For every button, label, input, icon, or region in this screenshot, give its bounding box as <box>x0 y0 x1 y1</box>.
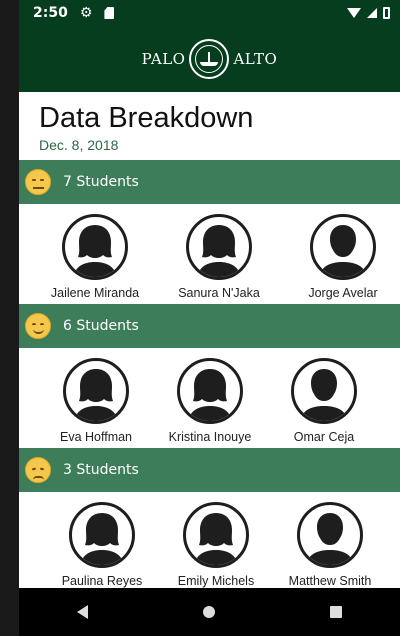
female-avatar-icon <box>177 358 243 424</box>
student-card[interactable]: Jailene Miranda <box>36 214 154 304</box>
female-avatar-icon <box>69 502 135 568</box>
relieved-face-icon <box>25 313 51 339</box>
female-avatar-icon <box>186 214 252 280</box>
app-bar: PALO ALTO <box>19 26 400 92</box>
signal-icon <box>367 8 377 18</box>
sd-card-icon <box>104 7 115 19</box>
section-header: 6 Students <box>19 304 400 348</box>
section-header: 7 Students <box>19 160 400 204</box>
student-name: Emily Michels <box>177 574 255 588</box>
logo-word-left: PALO <box>141 50 186 68</box>
scroll-content[interactable]: Data Breakdown Dec. 8, 2018 7 Students Ja… <box>19 92 400 588</box>
male-avatar-icon <box>291 358 357 424</box>
app-screen: 2:50 ⚙ PALO ALTO Data Breakdown Dec. 8, … <box>19 0 400 636</box>
student-row[interactable]: Jailene Miranda Sanura N'Jaka Jorge Avelar… <box>19 204 400 304</box>
student-name: Omar Ceja <box>293 430 355 444</box>
student-name: Jorge Avelar <box>308 286 378 300</box>
gear-icon: ⚙ <box>79 5 93 21</box>
neutral-face-icon <box>25 169 51 195</box>
female-avatar-icon <box>63 358 129 424</box>
section-count-label: 6 Students <box>63 318 139 334</box>
page-header: Data Breakdown Dec. 8, 2018 <box>19 92 400 160</box>
student-name: Sanura N'Jaka <box>178 286 260 300</box>
student-card[interactable]: Emily Michels <box>162 502 270 588</box>
logo-word-right: ALTO <box>233 50 278 68</box>
student-card[interactable]: Matthew Smith <box>276 502 384 588</box>
page-title: Data Breakdown <box>39 102 254 134</box>
back-icon[interactable] <box>76 605 88 619</box>
student-card[interactable]: Omar Ceja <box>270 358 378 448</box>
section-header: 3 Students <box>19 448 400 492</box>
student-card[interactable]: Sanura N'Jaka <box>160 214 278 304</box>
recents-icon[interactable] <box>330 606 343 618</box>
student-name: Jailene Miranda <box>50 286 140 300</box>
status-time: 2:50 <box>33 5 68 21</box>
male-avatar-icon <box>310 214 376 280</box>
student-card[interactable]: Paulina Reyes <box>48 502 156 588</box>
system-nav-bar <box>19 588 400 636</box>
student-card[interactable]: Kristina Inouye <box>156 358 264 448</box>
battery-icon <box>383 7 390 19</box>
status-bar: 2:50 ⚙ <box>19 0 400 26</box>
section-count-label: 7 Students <box>63 174 139 190</box>
pensive-face-icon <box>25 457 51 483</box>
female-avatar-icon <box>183 502 249 568</box>
student-name: Matthew Smith <box>288 574 372 588</box>
section-count-label: 3 Students <box>63 462 139 478</box>
student-card[interactable]: Eva Hoffman <box>42 358 150 448</box>
page-date: Dec. 8, 2018 <box>39 137 119 153</box>
female-avatar-icon <box>62 214 128 280</box>
student-name: Eva Hoffman <box>59 430 133 444</box>
status-icons <box>347 7 390 19</box>
student-card[interactable]: Robel D <box>384 358 400 448</box>
student-card[interactable]: Jorge Avelar <box>284 214 400 304</box>
school-seal-logo <box>189 39 230 79</box>
student-name: Kristina Inouye <box>168 430 252 444</box>
wifi-icon <box>347 8 361 18</box>
student-name: Paulina Reyes <box>61 574 143 588</box>
student-row[interactable]: Paulina Reyes Emily Michels Matthew Smith <box>19 492 400 588</box>
male-avatar-icon <box>297 502 363 568</box>
home-icon[interactable] <box>202 606 215 618</box>
student-row[interactable]: Eva Hoffman Kristina Inouye Omar Ceja Robel… <box>19 348 400 448</box>
